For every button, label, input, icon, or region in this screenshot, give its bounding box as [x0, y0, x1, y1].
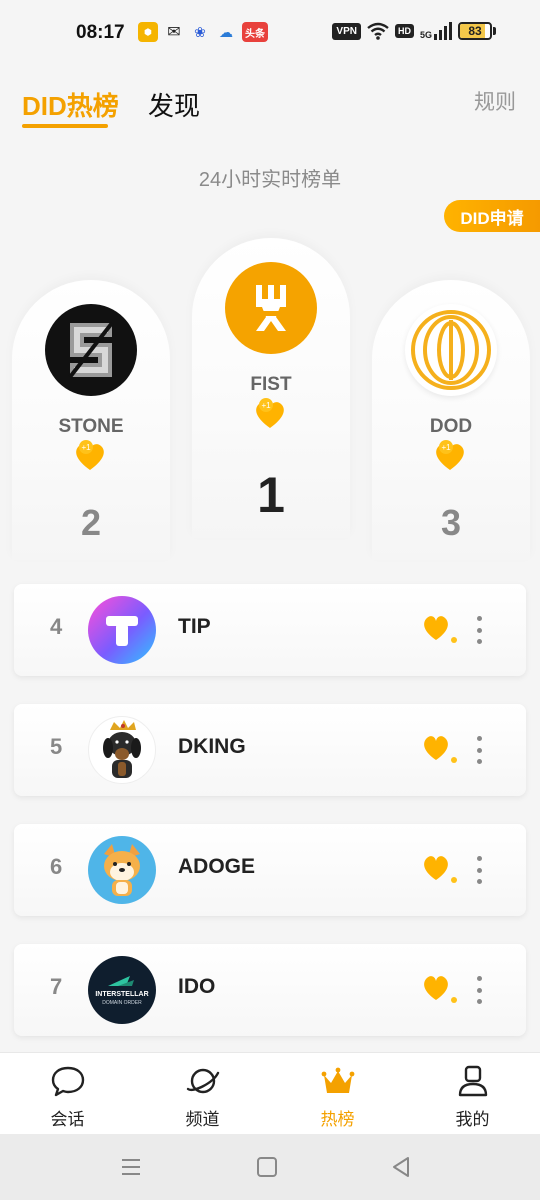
hd-badge: HD	[394, 24, 414, 38]
dod-avatar[interactable]	[405, 304, 497, 396]
dking-dog-icon	[103, 720, 141, 778]
podium-second-rank: 2	[80, 502, 102, 543]
more-options-icon[interactable]	[472, 972, 486, 1008]
tab-discover[interactable]: 发现	[148, 86, 200, 123]
plus-one-label: +1	[261, 401, 271, 410]
podium-third-name: DOD	[429, 416, 473, 437]
planet-icon	[186, 1068, 219, 1094]
plus-one-label: +1	[81, 443, 91, 452]
rules-link[interactable]: 规则	[474, 86, 516, 116]
adoge-avatar[interactable]	[88, 836, 156, 904]
tip-logo-icon	[106, 616, 138, 646]
status-bar: 08:17 ⬢ ✉ ❀ ☁ 头条 VPN HD 5G 83	[0, 0, 540, 68]
podium-third[interactable]: DOD +1 3	[372, 280, 530, 560]
fist-logo-icon	[256, 285, 286, 331]
crown-icon	[321, 1067, 354, 1093]
signal-icon: 5G	[420, 22, 452, 40]
list-item[interactable]: 6 ADOGE	[14, 824, 526, 916]
like-icon[interactable]	[420, 732, 460, 768]
chat-icon	[51, 1066, 84, 1097]
nav-label: 频道	[185, 1110, 220, 1129]
nav-channel[interactable]: 频道	[135, 1053, 270, 1135]
list-name: TIP	[178, 615, 211, 638]
wallet-app-icon: ⬢	[138, 22, 158, 42]
nav-label: 热榜	[320, 1110, 355, 1129]
like-icon[interactable]: +1	[72, 438, 108, 474]
like-icon[interactable]: +1	[432, 438, 468, 474]
battery-level: 83	[468, 24, 482, 38]
dod-logo-icon	[411, 310, 491, 390]
ido-logo-line2: DOMAIN ORDER	[102, 1000, 142, 1006]
adoge-shiba-icon	[104, 844, 140, 896]
active-tab-indicator	[22, 124, 108, 128]
back-icon[interactable]	[388, 1154, 414, 1180]
notification-icons: ⬢ ✉ ❀ ☁ 头条	[138, 22, 268, 42]
list-subtitle: 24小时实时榜单	[198, 169, 342, 191]
more-options-icon[interactable]	[472, 732, 486, 768]
ido-avatar[interactable]: INTERSTELLAR DOMAIN ORDER	[88, 956, 156, 1024]
system-navigation-bar	[0, 1134, 540, 1200]
podium-second-name: STONE	[58, 416, 124, 437]
nav-chat[interactable]: 会话	[0, 1053, 135, 1135]
like-icon[interactable]	[420, 972, 460, 1008]
like-icon[interactable]	[420, 852, 460, 888]
stone-logo-icon	[68, 321, 114, 379]
like-icon[interactable]: +1	[252, 396, 288, 432]
list-rank: 4	[50, 614, 63, 639]
ido-logo-line1: INTERSTELLAR	[95, 991, 148, 998]
more-options-icon[interactable]	[472, 852, 486, 888]
did-apply-button[interactable]: DID申请	[444, 200, 540, 232]
nav-label: 会话	[50, 1110, 85, 1129]
podium-second[interactable]: STONE +1 2	[12, 280, 170, 560]
list-item[interactable]: 5 DKING	[14, 704, 526, 796]
list-rank: 6	[50, 854, 63, 879]
home-icon[interactable]	[254, 1154, 280, 1180]
podium-first[interactable]: FIST +1 1	[192, 238, 350, 538]
bottom-navigation: 会话 频道 热榜 我的	[0, 1052, 540, 1134]
status-indicators: VPN HD 5G 83	[332, 22, 496, 40]
list-name: IDO	[178, 975, 216, 998]
nav-hot-list[interactable]: 热榜	[270, 1053, 405, 1135]
wifi-icon	[367, 22, 389, 40]
vpn-badge: VPN	[332, 22, 361, 40]
dking-avatar[interactable]	[88, 716, 156, 784]
ido-logo-icon: INTERSTELLAR DOMAIN ORDER	[95, 976, 149, 1006]
plus-one-label: +1	[441, 443, 451, 452]
podium-third-rank: 3	[440, 502, 462, 543]
tip-avatar[interactable]	[88, 596, 156, 664]
menu-icon[interactable]	[118, 1154, 144, 1180]
wechat-icon: ✉	[167, 24, 181, 41]
tab-did-hot-list[interactable]: DID热榜	[22, 86, 119, 123]
list-item[interactable]: 7 INTERSTELLAR DOMAIN ORDER IDO	[14, 944, 526, 1036]
podium-first-name: FIST	[250, 374, 292, 395]
like-icon[interactable]	[420, 612, 460, 648]
fist-avatar[interactable]	[225, 262, 317, 354]
list-name: DKING	[178, 735, 246, 758]
stone-avatar[interactable]	[45, 304, 137, 396]
list-rank: 7	[50, 974, 63, 999]
baidu-icon: ❀	[194, 23, 206, 40]
battery-icon: 83	[458, 22, 496, 40]
network-type: 5G	[419, 30, 432, 40]
status-time: 08:17	[76, 22, 125, 43]
list-name: ADOGE	[178, 855, 256, 878]
list-item[interactable]: 4 TIP	[14, 584, 526, 676]
nav-profile[interactable]: 我的	[405, 1053, 540, 1135]
cloud-icon: ☁	[219, 23, 233, 40]
podium-first-rank: 1	[257, 467, 285, 523]
list-rank: 5	[50, 734, 63, 759]
nav-label: 我的	[455, 1110, 490, 1129]
profile-icon	[458, 1065, 487, 1097]
more-options-icon[interactable]	[472, 612, 486, 648]
toutiao-icon: 头条	[242, 22, 268, 42]
